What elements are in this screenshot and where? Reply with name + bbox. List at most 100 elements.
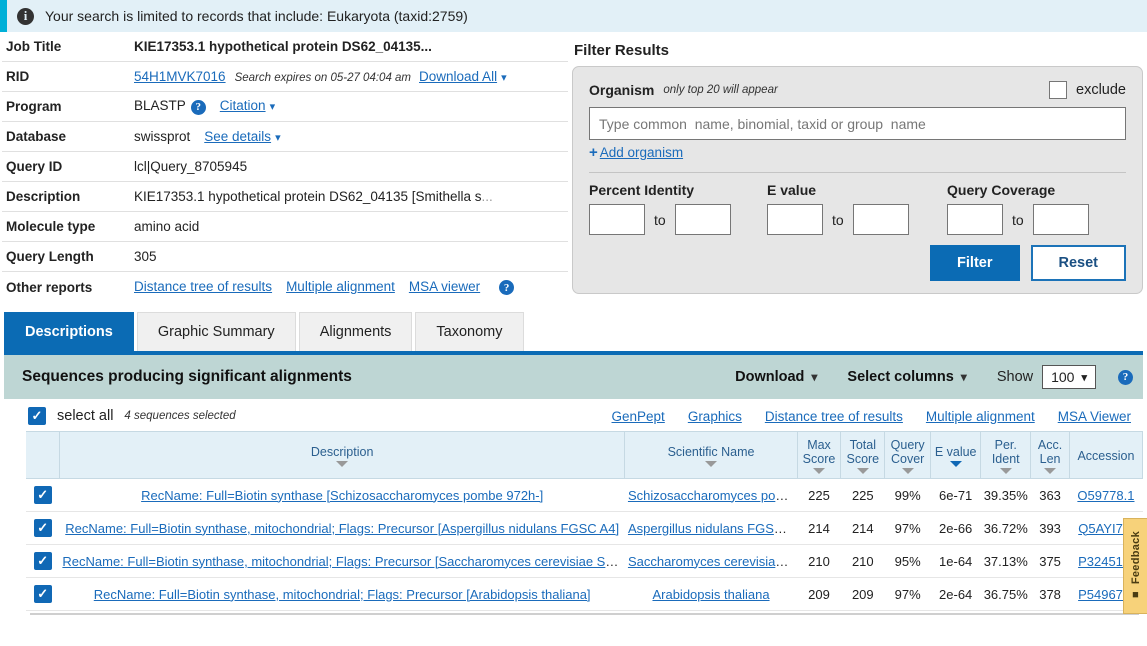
row-checkbox[interactable]: ✓ [33, 519, 52, 537]
query-coverage-from-input[interactable] [947, 204, 1003, 235]
column-header-query-cover[interactable]: Query Cover [884, 431, 932, 479]
organism-note: only top 20 will appear [663, 84, 778, 96]
filter-button[interactable]: Filter [930, 245, 1020, 281]
column-header-total-score[interactable]: Total Score [840, 431, 886, 479]
row-checkbox[interactable]: ✓ [33, 486, 52, 504]
multiple-alignment-link[interactable]: Multiple alignment [926, 409, 1035, 424]
row-description-link[interactable]: RecName: Full=Biotin synthase, mitochond… [62, 554, 625, 569]
select-columns-menu[interactable]: Select columns ▾ [847, 369, 966, 385]
sort-arrow-icon [813, 468, 825, 474]
column-header-per-ident[interactable]: Per. Ident [980, 431, 1032, 479]
column-header-accession[interactable]: Accession [1068, 431, 1144, 479]
column-header-scientific-name[interactable]: Scientific Name [624, 431, 798, 479]
column-header-description[interactable]: Description [58, 431, 626, 479]
reset-button[interactable]: Reset [1030, 245, 1126, 281]
tab-descriptions[interactable]: Descriptions [4, 312, 134, 351]
organism-label: Organism [589, 82, 655, 98]
results-table-header: Description Scientific Name Max Score To… [26, 431, 1144, 479]
rid-link[interactable]: 54H1MVK7016 [134, 69, 226, 84]
percent-identity-to-input[interactable] [674, 204, 731, 235]
query-coverage-to-input[interactable] [1032, 204, 1089, 235]
row-scientific-name-cell: Aspergillus nidulans FGSC A4 [624, 511, 798, 545]
row-total-score: 225 [840, 478, 885, 512]
show-label: Show [996, 369, 1034, 385]
distance-tree-link[interactable]: Distance tree of results [765, 409, 903, 424]
meta-label-job-title: Job Title [6, 39, 62, 54]
select-all-checkbox[interactable]: ✓ [28, 407, 46, 425]
multiple-alignment-link[interactable]: Multiple alignment [286, 279, 395, 294]
row-per-ident: 36.72% [980, 511, 1031, 545]
row-description-link[interactable]: RecName: Full=Biotin synthase, mitochond… [65, 521, 619, 536]
column-header-per-ident-label: Per. Ident [991, 438, 1020, 466]
row-scientific-name-link[interactable]: Arabidopsis thaliana [652, 587, 769, 602]
tab-alignments[interactable]: Alignments [298, 312, 413, 351]
column-header-query-cover-label: Query Cover [890, 438, 925, 466]
msa-viewer-link[interactable]: MSA Viewer [1058, 409, 1131, 424]
column-header-description-label: Description [310, 445, 374, 459]
meta-value-job-title: KIE17353.1 hypothetical protein DS62_041… [134, 39, 432, 54]
chevron-down-icon[interactable]: ▾ [275, 131, 281, 144]
row-scientific-name-link[interactable]: Saccharomyces cerevisiae S28... [628, 554, 797, 569]
row-scientific-name-link[interactable]: Aspergillus nidulans FGSC A4 [628, 521, 797, 536]
row-evalue: 2e-66 [930, 511, 981, 545]
sort-arrow-icon [999, 468, 1012, 474]
row-scientific-name-link[interactable]: Schizosaccharomyces pombe 9... [628, 488, 797, 503]
row-checkbox[interactable]: ✓ [33, 585, 52, 603]
chevron-down-icon[interactable]: ▾ [270, 100, 276, 113]
add-organism-link[interactable]: Add organism [600, 145, 683, 160]
row-max-score: 214 [797, 511, 841, 545]
description-ellipsis[interactable]: ... [481, 189, 492, 204]
organism-input[interactable] [589, 107, 1126, 140]
meta-value-rid: 54H1MVK7016 Search expires on 05-27 04:0… [134, 69, 507, 84]
column-header-evalue[interactable]: E value [930, 431, 982, 479]
select-columns-label: Select columns [847, 369, 954, 385]
to-label: to [832, 211, 844, 228]
column-header-evalue-label: E value [934, 445, 977, 459]
table-row[interactable]: ✓ RecName: Full=Biotin synthase, mitocho… [26, 544, 1143, 578]
row-description-link[interactable]: RecName: Full=Biotin synthase, mitochond… [94, 587, 591, 602]
tab-graphic-summary[interactable]: Graphic Summary [136, 312, 296, 351]
evalue-from-input[interactable] [767, 204, 823, 235]
exclude-checkbox[interactable] [1049, 81, 1068, 99]
download-menu[interactable]: Download ▾ [735, 369, 817, 385]
table-row[interactable]: ✓ RecName: Full=Biotin synthase [Schizos… [26, 478, 1143, 512]
table-row[interactable]: ✓ RecName: Full=Biotin synthase, mitocho… [26, 577, 1143, 611]
column-header-acc-len-label: Acc. Len [1037, 438, 1063, 466]
row-description-link[interactable]: RecName: Full=Biotin synthase [Schizosac… [141, 488, 543, 503]
citation-link[interactable]: Citation [220, 98, 266, 113]
column-header-max-score[interactable]: Max Score [796, 431, 842, 479]
meta-label-other-reports: Other reports [6, 279, 93, 295]
meta-value-molecule-type: amino acid [134, 219, 200, 234]
row-description-cell: RecName: Full=Biotin synthase [Schizosac… [59, 478, 625, 512]
chevron-down-icon[interactable]: ▾ [501, 71, 507, 84]
help-icon[interactable]: ? [499, 280, 515, 296]
row-total-score: 214 [840, 511, 885, 545]
row-accession-link[interactable]: O59778.1 [1077, 488, 1134, 503]
column-header-acc-len[interactable]: Acc. Len [1030, 431, 1070, 479]
help-icon[interactable]: ? [1118, 369, 1133, 385]
row-checkbox-cell: ✓ [26, 511, 60, 545]
download-all-link[interactable]: Download All [419, 69, 497, 84]
distance-tree-link[interactable]: Distance tree of results [134, 279, 272, 294]
graphics-link[interactable]: Graphics [688, 409, 742, 424]
row-checkbox[interactable]: ✓ [33, 552, 52, 570]
feedback-tab[interactable]: Feedback ■ [1123, 518, 1147, 614]
tab-taxonomy[interactable]: Taxonomy [415, 312, 524, 351]
row-scientific-name-cell: Arabidopsis thaliana [624, 577, 798, 611]
show-count-select[interactable]: 100 ▾ [1042, 365, 1096, 389]
percent-identity-label: Percent Identity [589, 182, 695, 198]
meta-label-query-id: Query ID [6, 159, 63, 174]
meta-row-query-length: Query Length 305 [2, 242, 568, 272]
genpept-link[interactable]: GenPept [612, 409, 665, 424]
row-acc-len: 378 [1030, 577, 1070, 611]
percent-identity-from-input[interactable] [589, 204, 645, 235]
query-coverage-label: Query Coverage [947, 182, 1056, 198]
msa-viewer-link[interactable]: MSA viewer [409, 279, 480, 294]
evalue-to-input[interactable] [852, 204, 909, 235]
evalue-label: E value [767, 182, 817, 198]
column-header-scientific-name-label: Scientific Name [667, 445, 755, 459]
table-row[interactable]: ✓ RecName: Full=Biotin synthase, mitocho… [26, 511, 1143, 545]
see-details-link[interactable]: See details [204, 129, 271, 144]
help-icon[interactable]: ? [190, 99, 206, 115]
banner-text: Your search is limited to records that i… [45, 8, 468, 24]
